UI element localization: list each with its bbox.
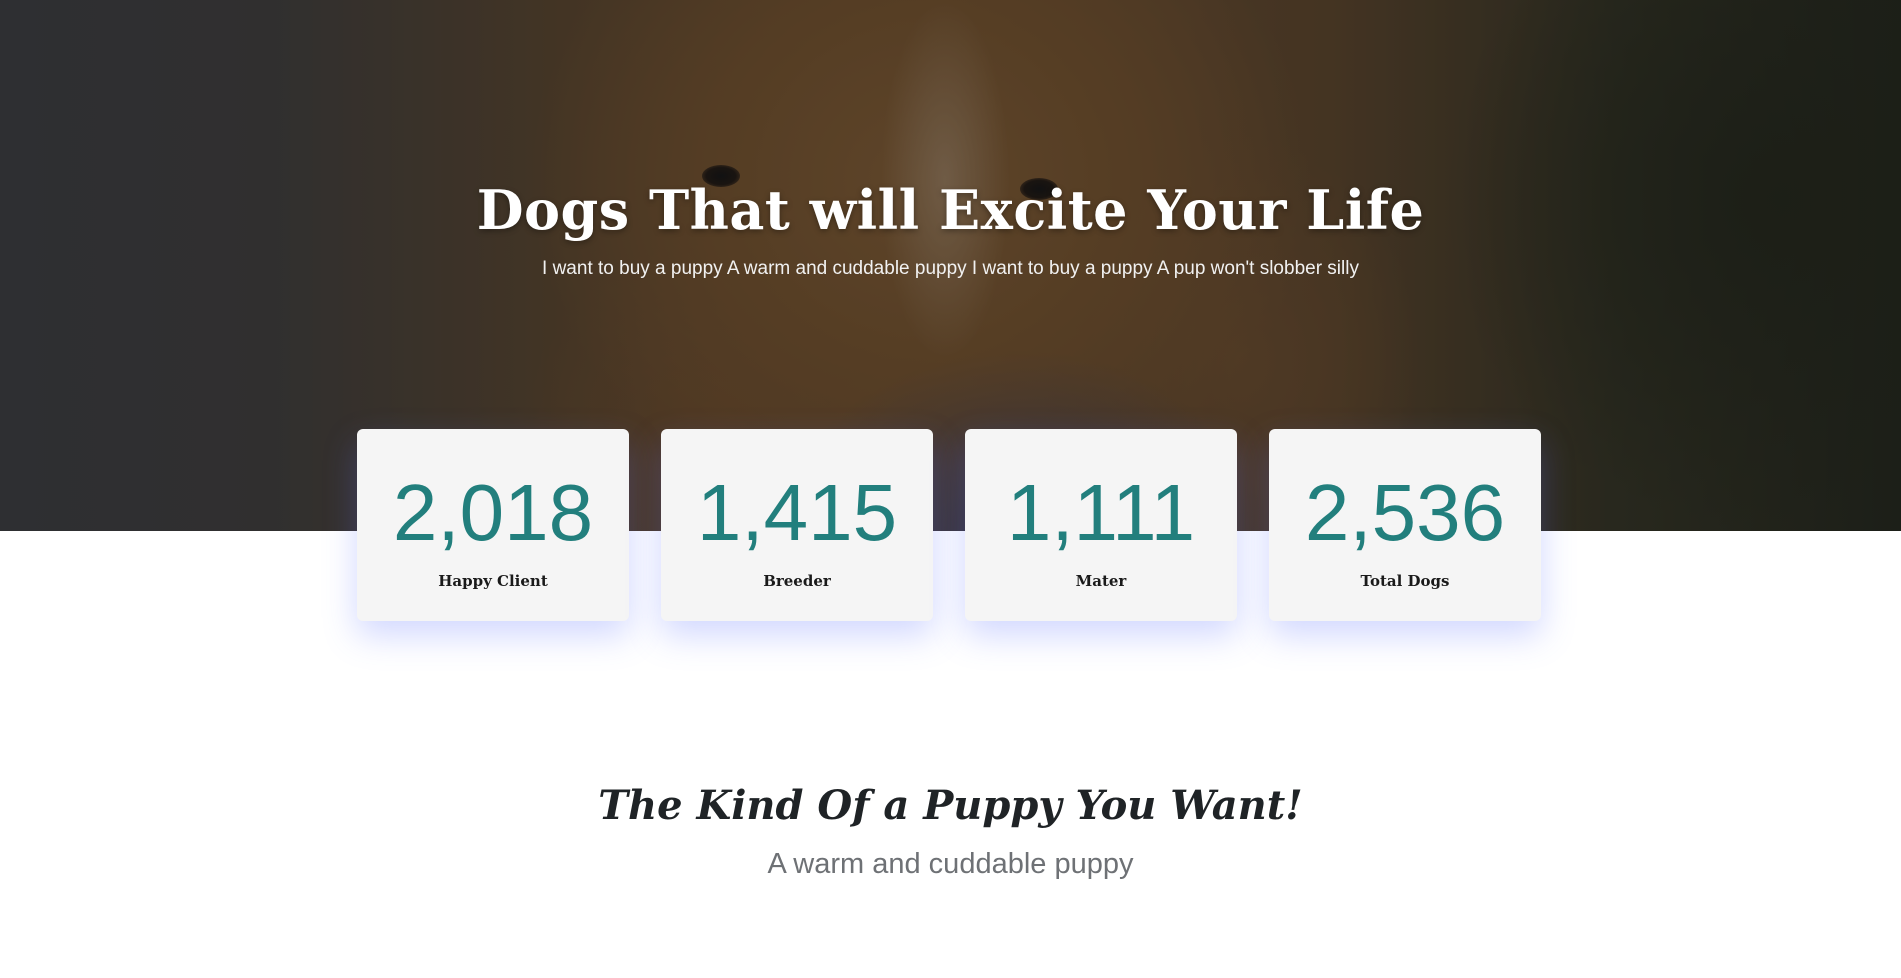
stats-row: 2,018 Happy Client 1,415 Breeder 1,111 M…: [357, 429, 1541, 621]
stat-card-happy-client: 2,018 Happy Client: [357, 429, 629, 621]
stat-value: 2,536: [1304, 468, 1506, 557]
stat-value: 1,415: [696, 468, 898, 557]
stat-card-total-dogs: 2,536 Total Dogs: [1269, 429, 1541, 621]
stat-label: Total Dogs: [1360, 572, 1450, 590]
stat-value: 2,018: [392, 468, 594, 557]
stat-card-breeder: 1,415 Breeder: [661, 429, 933, 621]
hero-subtitle: I want to buy a puppy A warm and cuddabl…: [542, 258, 1359, 279]
stat-label: Happy Client: [438, 572, 548, 590]
stat-label: Mater: [1075, 572, 1127, 590]
section-title: The Kind Of a Puppy You Want!: [598, 782, 1303, 829]
stat-card-mater: 1,111 Mater: [965, 429, 1237, 621]
hero-title: Dogs That will Excite Your Life: [476, 178, 1425, 242]
stat-value: 1,111: [1006, 468, 1196, 557]
section-subtitle: A warm and cuddable puppy: [767, 848, 1134, 880]
stat-label: Breeder: [763, 572, 831, 590]
